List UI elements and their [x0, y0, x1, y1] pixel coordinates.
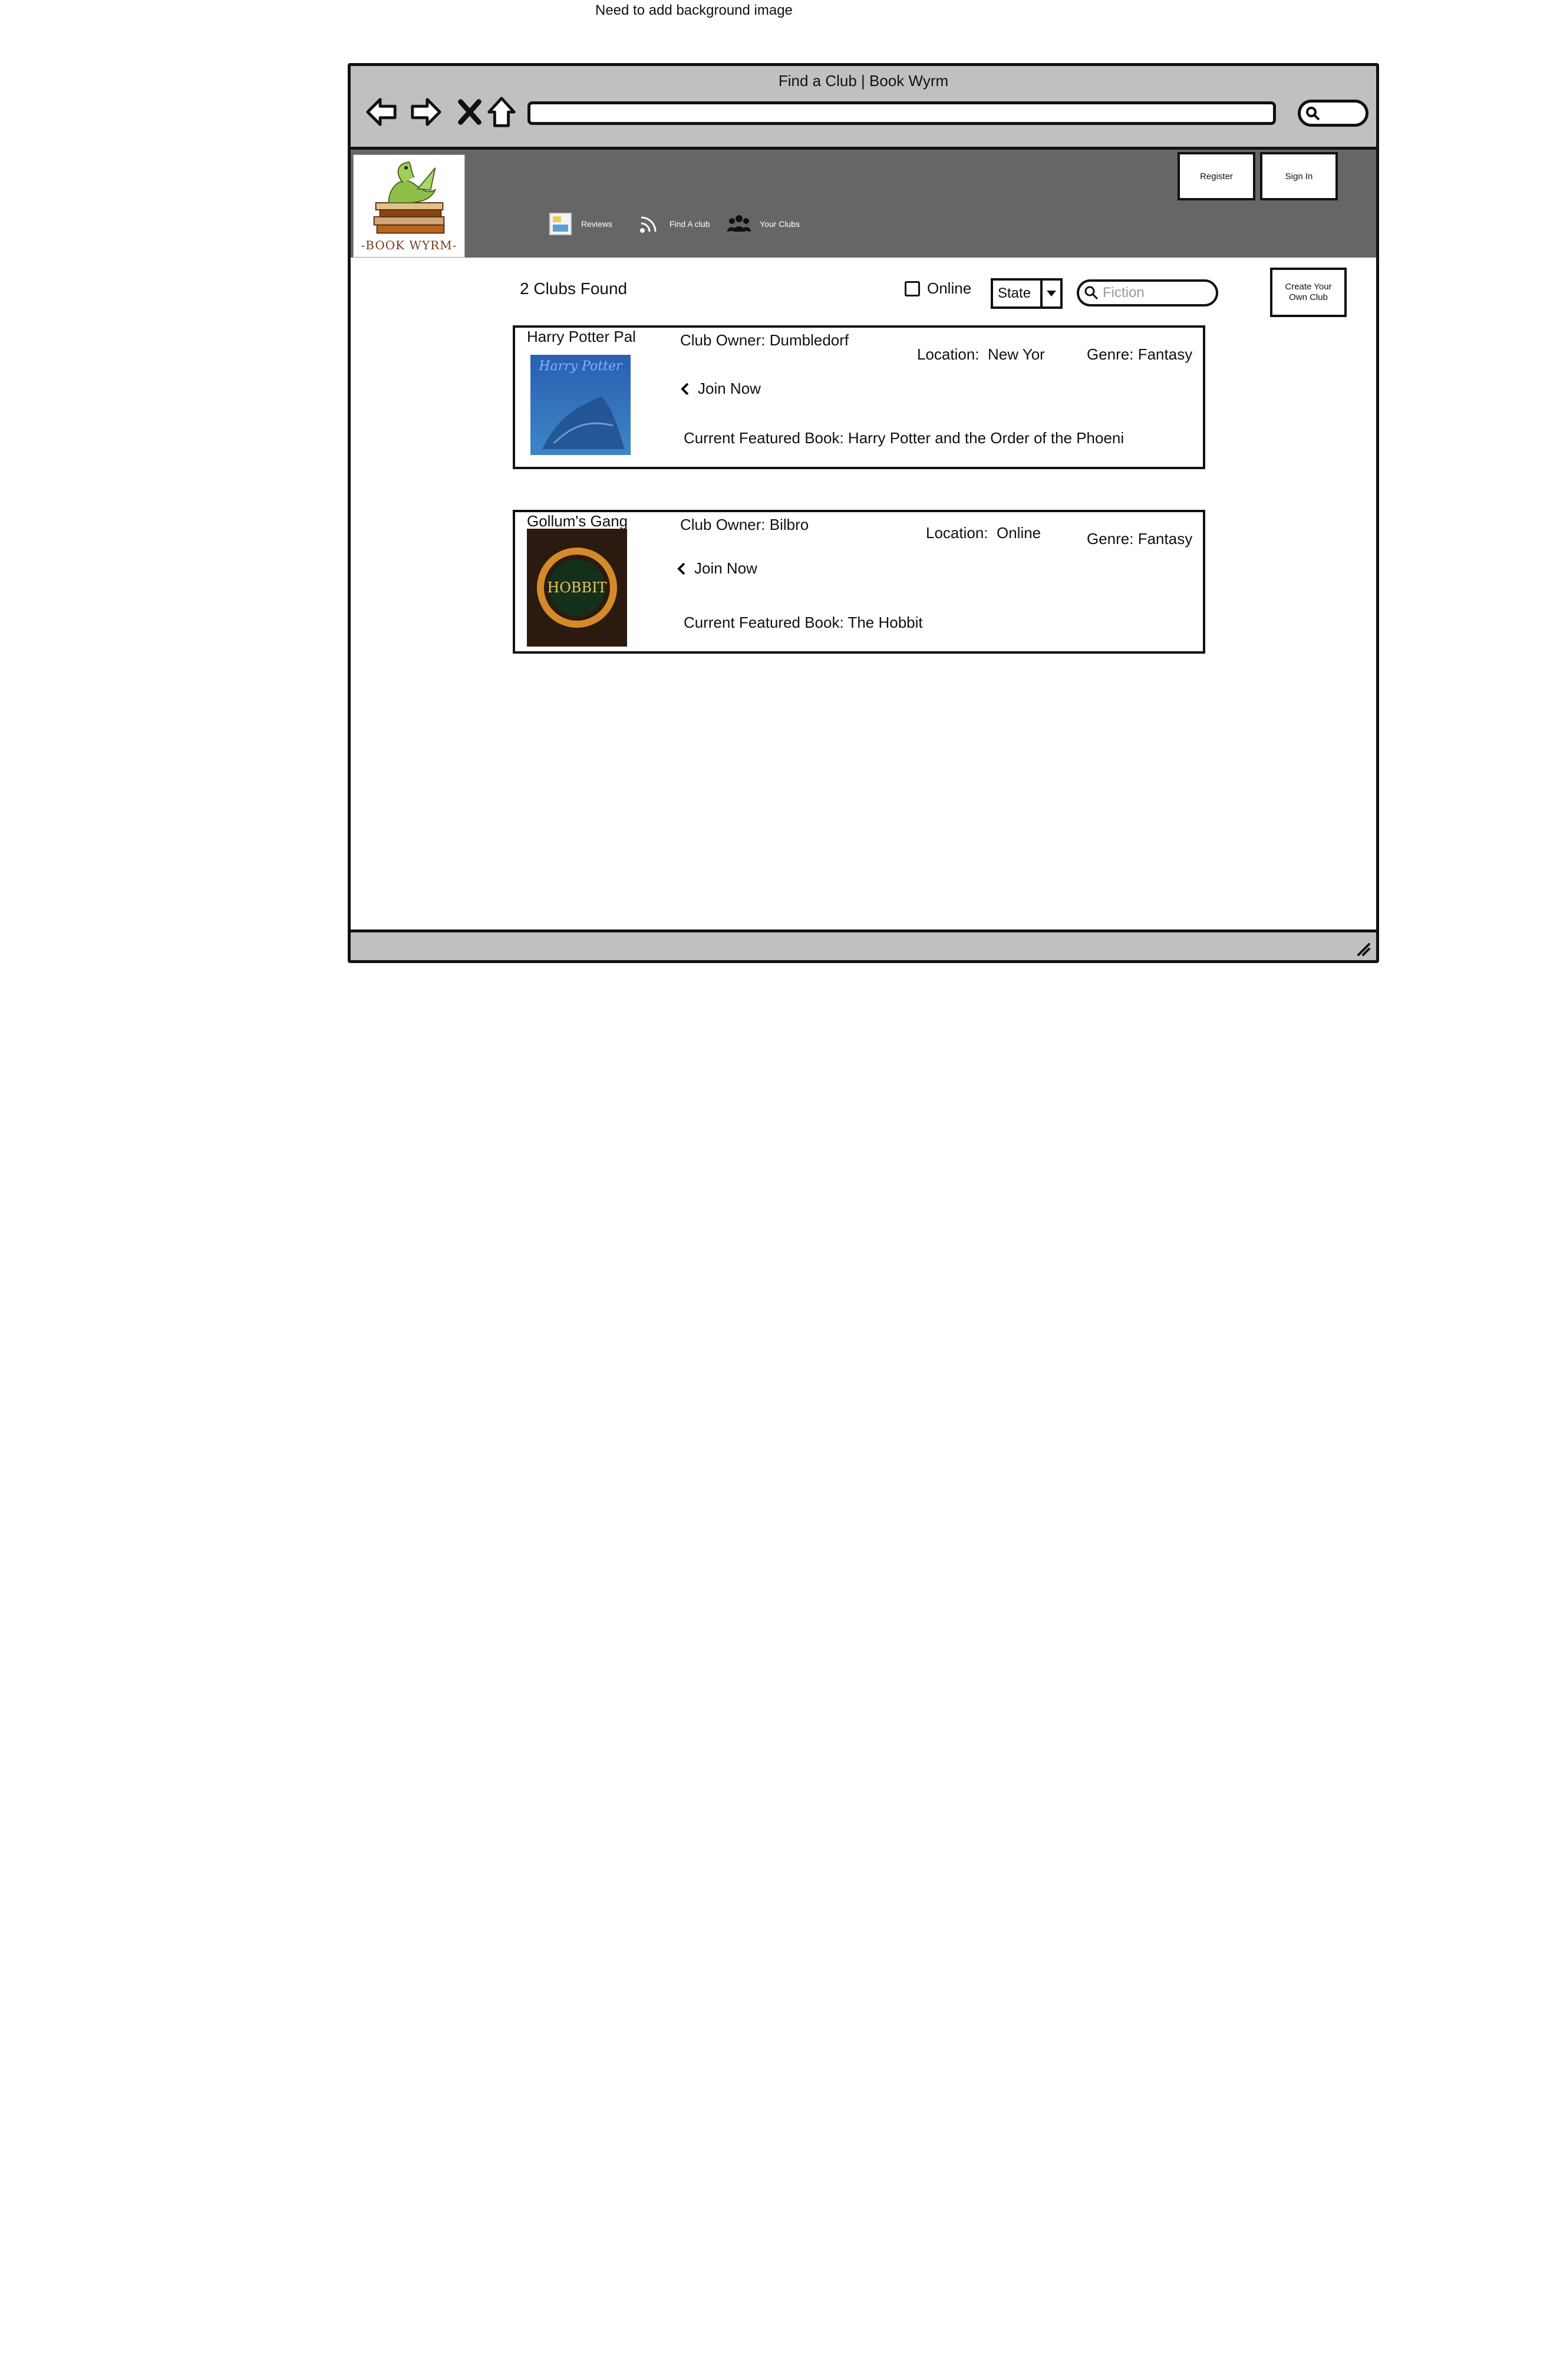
forward-button[interactable]	[408, 94, 444, 130]
join-now-button[interactable]: Join Now	[677, 559, 757, 578]
chevron-left-icon	[681, 383, 689, 395]
stop-button[interactable]	[452, 94, 487, 130]
browser-titlebar: Find a Club | Book Wyrm	[351, 66, 1376, 150]
home-button[interactable]	[484, 94, 519, 130]
nav-reviews[interactable]: Reviews	[548, 209, 612, 239]
join-now-button[interactable]: Join Now	[680, 380, 761, 398]
online-label: Online	[927, 279, 972, 297]
book-cover-image: Harry Potter	[530, 355, 631, 455]
club-genre: Genre: Fantasy	[1087, 345, 1193, 363]
nav-reviews-label: Reviews	[581, 219, 612, 229]
resize-grip-icon[interactable]	[1355, 941, 1371, 957]
book-cover-image: HOBBIT	[527, 529, 627, 647]
back-arrow-icon	[366, 98, 397, 126]
cover-title: Harry Potter	[538, 359, 623, 374]
search-icon	[1084, 286, 1099, 300]
nav-your-clubs-label: Your Clubs	[760, 219, 800, 229]
reviews-icon	[549, 213, 572, 235]
join-now-label: Join Now	[698, 380, 761, 397]
state-dropdown-value: State	[998, 285, 1031, 301]
group-icon	[727, 215, 751, 232]
cover-title: HOBBIT	[547, 579, 606, 596]
nav-your-clubs[interactable]: Your Clubs	[727, 209, 800, 239]
club-name[interactable]: Harry Potter Pal	[527, 328, 636, 346]
state-dropdown[interactable]: State	[991, 278, 1063, 309]
browser-statusbar	[351, 929, 1376, 960]
club-search-input[interactable]	[1103, 285, 1203, 301]
create-club-button[interactable]: Create Your Own Club	[1270, 268, 1347, 317]
home-icon	[487, 97, 516, 127]
clubs-found-count: 2 Clubs Found	[520, 279, 628, 298]
club-location: Location: New Yor	[917, 345, 1045, 364]
hobbit-cover-icon: HOBBIT	[527, 529, 627, 647]
location-value: Online	[996, 524, 1041, 542]
nav-find-a-club[interactable]: Find A club	[637, 209, 710, 239]
sign-in-button[interactable]: Sign In	[1260, 152, 1338, 200]
close-x-icon	[458, 99, 482, 125]
state-dropdown-toggle[interactable]	[1040, 281, 1060, 306]
club-card: Gollum's Gang HOBBIT Club Owner: Bilbro …	[513, 510, 1205, 654]
browser-search-field[interactable]	[1298, 100, 1368, 127]
harry-potter-cover-icon: Harry Potter	[530, 355, 631, 455]
location-value: New Yor	[987, 345, 1045, 363]
nav-find-a-club-label: Find A club	[670, 219, 710, 229]
back-button[interactable]	[364, 94, 399, 130]
caret-down-icon	[1047, 291, 1056, 296]
browser-window: Find a Club | Book Wyrm -BOOK WYRM- Revi…	[348, 63, 1379, 963]
rss-icon	[640, 216, 657, 233]
chevron-left-icon	[677, 562, 685, 575]
forward-arrow-icon	[411, 98, 441, 126]
url-bar[interactable]	[527, 101, 1276, 125]
club-owner: Club Owner: Dumbledorf	[680, 331, 849, 349]
search-icon	[1306, 107, 1320, 121]
club-genre: Genre: Fantasy	[1087, 530, 1193, 548]
club-name[interactable]: Gollum's Gang	[527, 512, 628, 530]
register-button[interactable]: Register	[1178, 152, 1255, 200]
club-search-field[interactable]	[1077, 279, 1218, 306]
window-title: Find a Club | Book Wyrm	[778, 72, 949, 90]
join-now-label: Join Now	[694, 559, 757, 577]
club-location: Location: Online	[926, 524, 1041, 542]
featured-book: Current Featured Book: The Hobbit	[684, 614, 923, 631]
club-card: Harry Potter Pal Harry Potter Club Owner…	[513, 325, 1205, 469]
featured-book: Current Featured Book: Harry Potter and …	[684, 429, 1124, 447]
logo-text: -BOOK WYRM-	[361, 238, 457, 252]
location-label: Location:	[926, 524, 988, 542]
location-label: Location:	[917, 345, 980, 363]
club-owner: Club Owner: Bilbro	[680, 516, 809, 533]
book-wyrm-logo[interactable]: -BOOK WYRM-	[353, 154, 465, 258]
online-filter[interactable]: Online	[905, 279, 971, 298]
annotation-note: Need to add background image	[595, 2, 793, 18]
online-checkbox[interactable]	[905, 281, 920, 296]
